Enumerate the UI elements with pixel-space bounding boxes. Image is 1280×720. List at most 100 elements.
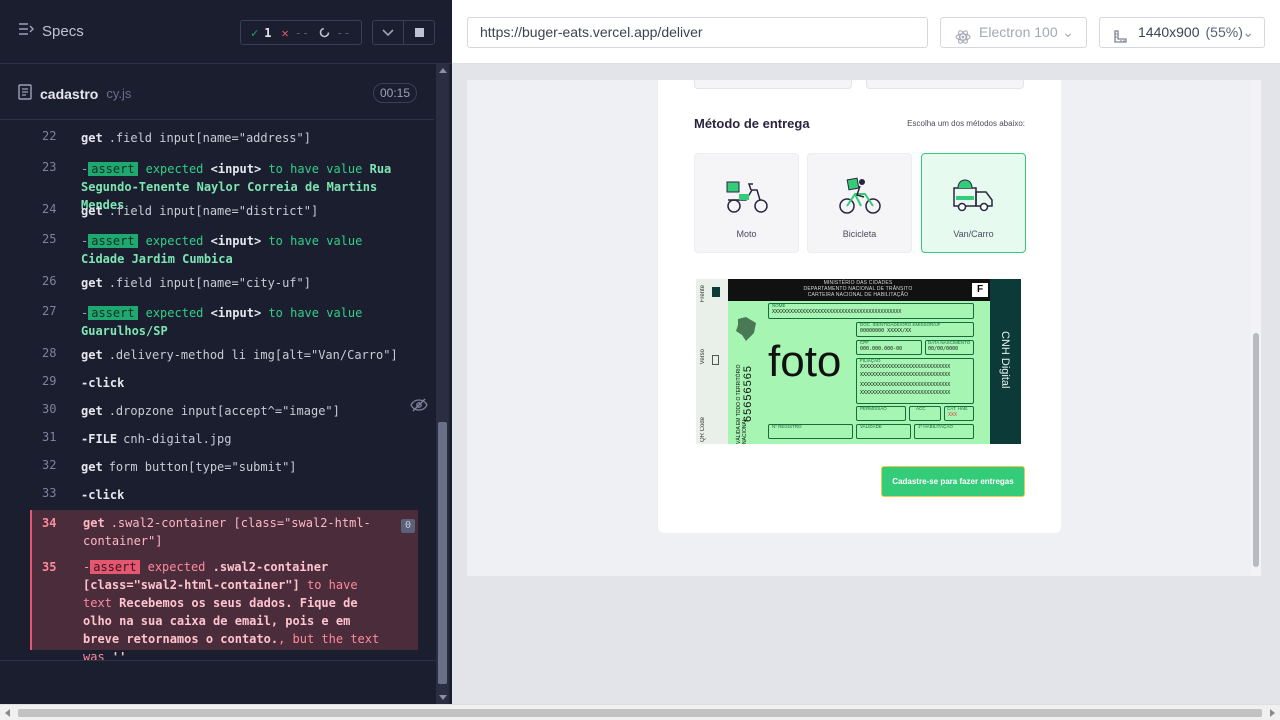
scroll-right-icon[interactable]: [1270, 709, 1275, 717]
cnh-side-panel: CNH Digital: [990, 279, 1021, 444]
command-name: -click: [81, 376, 125, 390]
browser-selector[interactable]: Electron 100 ⌄: [940, 17, 1087, 48]
command-selector: .field input[name="address"]: [108, 131, 311, 145]
spec-ext: cy.js: [106, 86, 132, 101]
delivery-method-bicicleta[interactable]: Bicicleta: [807, 153, 912, 253]
command-row[interactable]: 27 - assert expected <input> to have value…: [0, 296, 434, 340]
command-number: 23: [42, 160, 57, 174]
viewport-selector[interactable]: 1440x900 (55%) ⌄: [1099, 17, 1265, 48]
command-name: -click: [81, 488, 125, 502]
assert-badge: assert: [90, 560, 140, 574]
command-name: get: [81, 131, 103, 145]
command-row[interactable]: 28 get .delivery-method li img[alt="Van/C…: [0, 340, 434, 368]
command-selector: .field input[name="district"]: [108, 204, 319, 218]
horizontal-scrollbar[interactable]: [0, 704, 1280, 720]
scroll-up-icon[interactable]: [439, 68, 447, 73]
command-number: 31: [42, 430, 57, 444]
test-stats: ✓ 1 ✕ -- --: [240, 20, 362, 45]
assert-badge: assert: [88, 162, 138, 176]
cnh-side-strip: Frente Verso QR Code: [696, 279, 728, 444]
command-selector: .delivery-method li img[alt="Van/Carro"]: [108, 348, 398, 362]
stop-button[interactable]: [403, 20, 435, 45]
command-number: 33: [42, 486, 57, 500]
chevron-down-icon: ⌄: [1062, 24, 1074, 40]
command-row[interactable]: 29 -click: [0, 368, 434, 396]
options-dropdown-button[interactable]: [372, 20, 404, 45]
command-row[interactable]: 25 - assert expected <input> to have value…: [0, 224, 434, 268]
command-number: 22: [42, 129, 57, 143]
method-label: Moto: [736, 229, 757, 239]
command-number: 27: [42, 304, 57, 318]
section-title: Método de entrega: [694, 116, 810, 131]
command-name: get: [81, 204, 103, 218]
qr-mini-icon: [712, 287, 720, 297]
command-row[interactable]: 32 get form button[type="submit"]: [0, 452, 434, 480]
reporter-scrollbar[interactable]: [436, 64, 449, 704]
command-row[interactable]: 33 -click: [0, 480, 434, 508]
cypress-runner: Specs ✓ 1 ✕ -- -- cadastro cy.js 00:15 2…: [0, 0, 1280, 720]
command-row[interactable]: 24 get .field input[name="district"]: [0, 196, 434, 224]
command-number: 32: [42, 458, 57, 472]
command-name: get: [81, 348, 103, 362]
command-row[interactable]: 30 get .dropzone input[accept^="image"]: [0, 396, 434, 424]
cnh-header: MINISTÉRIO DAS CIDADES DEPARTAMENTO NACI…: [728, 279, 990, 301]
delivery-method-moto[interactable]: Moto: [694, 153, 799, 253]
cnh-photo-placeholder: foto: [768, 337, 842, 386]
method-label: Van/Carro: [953, 229, 994, 239]
command-number: 26: [42, 274, 57, 288]
brazil-map-icon: [732, 315, 758, 348]
viewport-size: 1440x900: [1138, 24, 1200, 40]
menu-icon: [18, 22, 35, 40]
url-bar[interactable]: https://buger-eats.vercel.app/deliver: [467, 17, 928, 48]
chevron-down-icon: [382, 24, 394, 42]
reporter-scroll-thumb[interactable]: [438, 422, 447, 684]
command-number: 25: [42, 232, 57, 246]
aut-scroll-thumb[interactable]: [1253, 333, 1259, 567]
x-icon: ✕: [281, 25, 289, 40]
command-selector: .field input[name="city-uf"]: [108, 276, 311, 290]
command-number: 29: [42, 374, 57, 388]
horizontal-scroll-thumb[interactable]: [18, 709, 1262, 717]
aut-scrollbar[interactable]: [1251, 80, 1261, 576]
failed-assert-row[interactable]: 35 - assert expected .swal2-container [cla…: [32, 558, 420, 666]
command-number: 28: [42, 346, 57, 360]
command-name: -FILE: [81, 432, 118, 446]
specs-toggle[interactable]: Specs: [18, 22, 84, 40]
submit-button[interactable]: Cadastre-se para fazer entregas: [881, 466, 1025, 497]
stop-icon: [414, 28, 424, 37]
command-selector: .swal2-container [class="swal2-html-cont…: [83, 516, 371, 548]
command-name: get: [81, 276, 103, 290]
document-icon: [18, 84, 32, 103]
chevron-down-icon: ⌄: [1242, 24, 1254, 40]
command-selector: cnh-digital.jpg: [123, 432, 232, 446]
reporter-panel: Specs ✓ 1 ✕ -- -- cadastro cy.js 00:15 2…: [0, 0, 452, 704]
pending-count: --: [336, 25, 351, 40]
cnh-preview-image[interactable]: Frente Verso QR Code MINISTÉRIO DAS CIDA…: [696, 279, 1021, 444]
command-row[interactable]: 31 -FILE cnh-digital.jpg: [0, 424, 434, 452]
command-name: get: [81, 404, 103, 418]
command-row[interactable]: 26 get .field input[name="city-uf"]: [0, 268, 434, 296]
ruler-icon: [1113, 25, 1129, 54]
scroll-down-icon[interactable]: [439, 695, 447, 700]
command-selector: form button[type="submit"]: [108, 460, 297, 474]
command-number: 30: [42, 402, 57, 416]
reporter-header: Specs ✓ 1 ✕ -- --: [0, 0, 452, 64]
form-field-stub: [694, 80, 852, 89]
command-row[interactable]: 23 - assert expected <input> to have value…: [0, 152, 434, 212]
form-field-stub: [866, 80, 1024, 89]
command-number: 34: [42, 516, 57, 530]
failed-count: --: [294, 25, 310, 40]
delivery-method-van-carro[interactable]: Van/Carro: [921, 153, 1026, 253]
scroll-left-icon[interactable]: [5, 709, 10, 717]
command-number: 24: [42, 202, 57, 216]
aut-iframe: Método de entrega Escolha um dos métodos…: [467, 80, 1261, 576]
failed-command-row[interactable]: 34 get .swal2-container [class="swal2-htm…: [32, 514, 420, 550]
command-name: get: [83, 516, 105, 530]
method-label: Bicicleta: [842, 229, 877, 239]
section-hint: Escolha um dos métodos abaixo:: [907, 119, 1025, 128]
reporter-footer: [0, 660, 436, 704]
spec-file-row[interactable]: cadastro cy.js 00:15: [0, 64, 434, 120]
command-row[interactable]: 22 get .field input[name="address"]: [0, 124, 434, 152]
command-selector: .dropzone input[accept^="image"]: [108, 404, 340, 418]
failed-command-block[interactable]: 34 get .swal2-container [class="swal2-htm…: [30, 510, 420, 664]
